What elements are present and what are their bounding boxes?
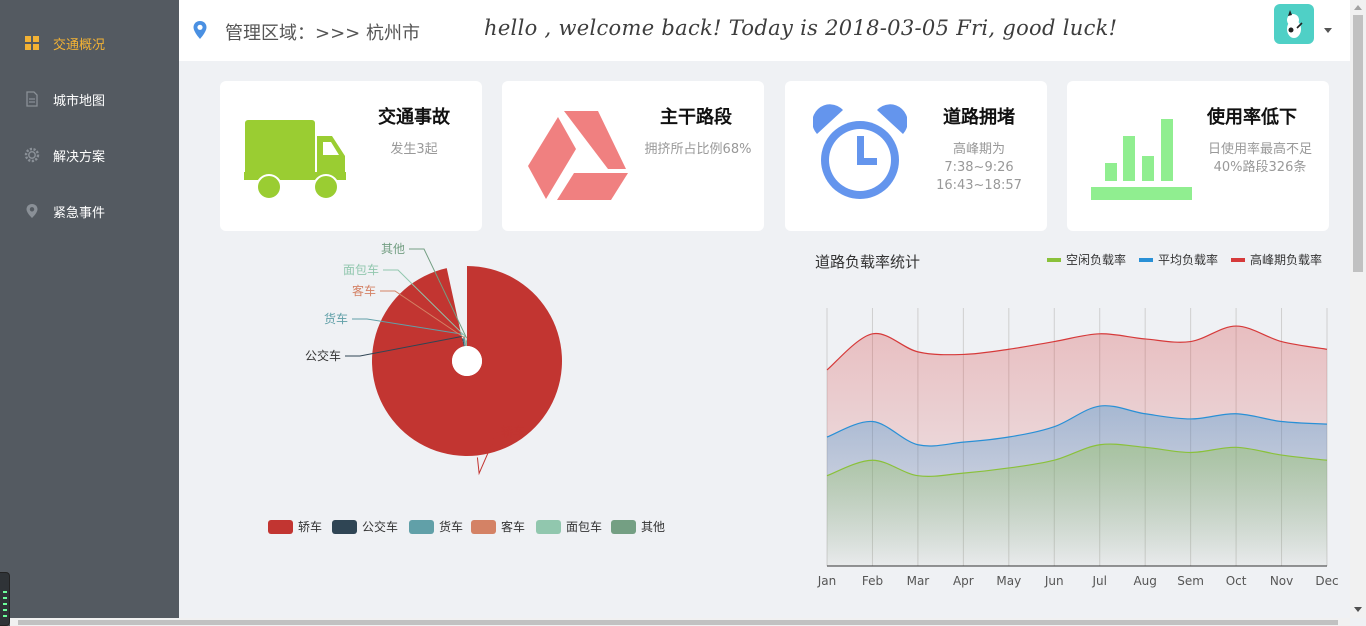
x-tick-label: Dec xyxy=(1315,574,1339,588)
card-description: 高峰期为 7:38~9:26 16:43~18:57 xyxy=(936,142,1022,193)
header: 管理区域：>>> 杭州市 hello , welcome back! Today… xyxy=(179,0,1350,61)
pie-slice-label: 轿车 xyxy=(501,424,525,439)
card-title: 使用率低下 xyxy=(1207,107,1297,128)
pie-legend-item[interactable]: 其他 xyxy=(611,518,665,535)
horizontal-scrollbar[interactable] xyxy=(10,618,1350,626)
pie-slice-label: 其他 xyxy=(381,242,405,256)
legend-swatch xyxy=(1139,257,1153,262)
x-tick-label: Sem xyxy=(1177,574,1204,588)
sidebar-item-emergency[interactable]: 紧急事件 xyxy=(0,191,179,231)
x-tick-label: Aug xyxy=(1133,574,1157,588)
x-tick-label: Nov xyxy=(1269,574,1294,588)
legend-label: 高峰期负载率 xyxy=(1250,253,1323,267)
card-traffic-accidents: 交通事故 发生3起 xyxy=(220,81,482,231)
scroll-down-icon[interactable] xyxy=(1354,607,1362,612)
legend-swatch xyxy=(536,519,561,534)
legend-swatch xyxy=(1231,257,1245,262)
legend-swatch xyxy=(332,519,357,534)
legend-swatch xyxy=(471,519,496,534)
document-icon xyxy=(26,91,38,107)
sidebar-resize-handle[interactable] xyxy=(0,572,10,626)
x-tick-label: May xyxy=(996,574,1022,588)
card-description: 拥挤所占比例68% xyxy=(644,142,752,157)
welcome-message: hello , welcome back! Today is 2018-03-0… xyxy=(484,16,1118,40)
legend-label: 客车 xyxy=(501,520,526,534)
card-title: 道路拥堵 xyxy=(943,107,1015,128)
area-legend-item[interactable]: 高峰期负载率 xyxy=(1231,251,1322,268)
area-chart-title: 道路负载率统计 xyxy=(815,253,921,271)
road-load-area-chart xyxy=(826,308,1328,567)
pie-slice-label: 面包车 xyxy=(343,262,379,277)
pie-legend-item[interactable]: 客车 xyxy=(471,518,525,535)
pie-slice-label: 货车 xyxy=(324,311,348,326)
x-tick-label: Feb xyxy=(861,574,884,588)
sidebar-item-solutions[interactable]: 解决方案 xyxy=(0,135,179,175)
x-tick-label: Oct xyxy=(1225,574,1247,588)
pie-legend-item[interactable]: 面包车 xyxy=(536,518,602,535)
card-low-usage: 使用率低下 日使用率最高不足 40%路段326条 xyxy=(1067,81,1329,231)
area-legend-item[interactable]: 空闲负载率 xyxy=(1047,251,1126,268)
x-tick-label: Jan xyxy=(817,574,837,588)
card-description: 发生3起 xyxy=(390,142,438,157)
pie-legend-item[interactable]: 公交车 xyxy=(332,518,398,535)
scrollbar-thumb[interactable] xyxy=(1353,15,1363,272)
grid-icon xyxy=(25,36,39,50)
sidebar-item-label: 解决方案 xyxy=(53,149,106,165)
legend-swatch xyxy=(611,519,636,534)
legend-label: 空闲负载率 xyxy=(1066,253,1127,267)
legend-label: 公交车 xyxy=(362,520,399,534)
legend-swatch xyxy=(1047,257,1061,262)
truck-icon xyxy=(244,120,346,200)
legend-label: 其他 xyxy=(641,520,666,534)
avatar[interactable] xyxy=(1274,4,1314,44)
avatar-figure-icon xyxy=(1287,10,1303,38)
legend-swatch xyxy=(268,519,293,534)
area-legend-item[interactable]: 平均负载率 xyxy=(1139,251,1218,268)
drive-triangle-icon xyxy=(528,111,628,200)
alarm-clock-icon xyxy=(813,104,907,199)
sidebar-item-label: 交通概况 xyxy=(53,37,106,53)
x-tick-label: Jul xyxy=(1092,574,1107,588)
vertical-scrollbar[interactable] xyxy=(1350,0,1366,618)
pie-legend-item[interactable]: 轿车 xyxy=(268,518,322,535)
card-description: 日使用率最高不足 40%路段326条 xyxy=(1207,142,1312,175)
region-label: 管理区域：>>> 杭州市 xyxy=(225,23,420,44)
vehicle-type-pie-chart: 轿车 公交车 货车客车 面包车其他 xyxy=(305,242,562,476)
sidebar: 交通概况 城市地图 解决方案 紧急事件 xyxy=(0,0,179,626)
sidebar-item-label: 紧急事件 xyxy=(53,205,106,221)
x-tick-label: Apr xyxy=(952,574,974,588)
legend-swatch xyxy=(409,519,434,534)
legend-label: 轿车 xyxy=(298,520,323,534)
card-main-roads: 主干路段 拥挤所占比例68% xyxy=(502,81,764,231)
sidebar-item-city-map[interactable]: 城市地图 xyxy=(0,79,179,119)
sidebar-item-traffic-overview[interactable]: 交通概况 xyxy=(0,23,179,63)
legend-label: 平均负载率 xyxy=(1158,253,1219,267)
bar-chart-icon xyxy=(1091,119,1192,200)
pie-slice-label: 公交车 xyxy=(305,348,341,363)
card-road-congestion: 道路拥堵 高峰期为 7:38~9:26 16:43~18:57 xyxy=(785,81,1047,231)
legend-label: 面包车 xyxy=(566,520,603,534)
x-tick-label: Jun xyxy=(1044,574,1064,588)
x-tick-label: Mar xyxy=(906,574,930,588)
pie-legend-item[interactable]: 货车 xyxy=(409,518,463,535)
scroll-up-icon[interactable] xyxy=(1354,5,1362,10)
location-pin-icon xyxy=(193,21,207,39)
card-title: 交通事故 xyxy=(378,107,450,128)
user-menu-caret-icon[interactable] xyxy=(1324,28,1332,33)
scrollbar-thumb[interactable] xyxy=(18,620,1338,625)
legend-label: 货车 xyxy=(439,520,464,534)
pie-center-hole xyxy=(452,346,482,376)
card-title: 主干路段 xyxy=(660,107,732,128)
sidebar-item-label: 城市地图 xyxy=(53,93,106,109)
pie-slice-label: 客车 xyxy=(352,283,376,298)
location-pin-icon xyxy=(26,204,38,218)
gear-icon xyxy=(24,147,40,163)
